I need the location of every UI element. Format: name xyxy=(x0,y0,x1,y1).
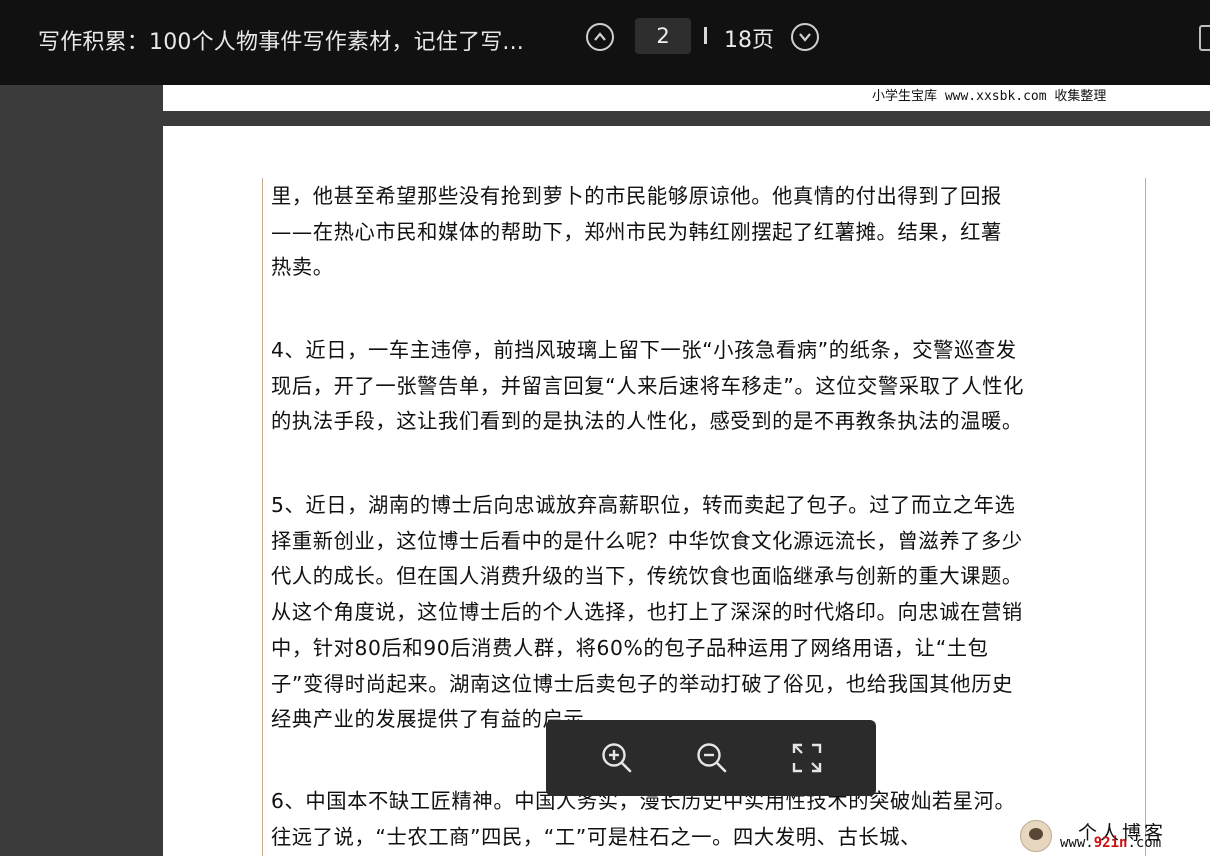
zoom-out-icon xyxy=(697,743,727,773)
chevron-down-icon xyxy=(799,33,811,42)
fullscreen-button[interactable] xyxy=(789,740,825,776)
total-pages-label: 18页 xyxy=(724,28,774,53)
previous-page-button[interactable] xyxy=(586,23,614,51)
text-line: 择重新创业，这位博士后看中的是什么呢？中华饮食文化源远流长，曾滋养了多少 xyxy=(271,528,1023,553)
text-line: 从这个角度说，这位博士后的个人选择，也打上了深深的时代烙印。向忠诚在营销 xyxy=(271,600,1023,625)
zoom-in-button[interactable] xyxy=(599,740,635,776)
text-line: 代人的成长。但在国人消费升级的当下，传统饮食也面临继承与创新的重大课题。 xyxy=(271,564,1023,589)
page-footer-text: 小学生宝库 www.xxsbk.com 收集整理 xyxy=(872,89,1107,104)
chevron-up-icon xyxy=(594,32,606,41)
text-line: 里，他甚至希望那些没有抢到萝卜的市民能够原谅他。他真情的付出得到了回报 xyxy=(271,184,1002,208)
paragraph-5: 5、近日，湖南的博士后向忠诚放弃高薪职位，转而卖起了包子。过了而立之年选 择重新… xyxy=(271,488,1143,738)
text-margin-line-right xyxy=(1145,178,1146,856)
text-line: 往远了说，“士农工商”四民，“工”可是柱石之一。四大发明、古长城、 xyxy=(271,824,921,849)
text-line: 热卖。 xyxy=(271,255,334,280)
fullscreen-icon xyxy=(792,743,822,773)
text-line: 5、近日，湖南的博士后向忠诚放弃高薪职位，转而卖起了包子。过了而立之年选 xyxy=(271,493,1016,517)
watermark-url: www.92in.com xyxy=(1060,835,1161,851)
watermark-avatar-icon xyxy=(1020,820,1052,852)
page-gap xyxy=(163,111,1210,126)
viewer-gutter xyxy=(0,85,163,856)
zoom-in-icon xyxy=(602,743,632,773)
page-separator xyxy=(704,27,707,44)
document-title: 写作积累：100个人物事件写作素材，记住了写... xyxy=(38,30,524,55)
text-line: 子”变得时尚起来。湖南这位博士后卖包子的举动打破了俗见，也给我国其他历史 xyxy=(271,671,1013,696)
text-line: ——在热心市民和媒体的帮助下，郑州市民为韩红刚摆起了红薯摊。结果，红薯 xyxy=(271,219,1002,244)
text-margin-line-left xyxy=(262,178,263,856)
current-page-input[interactable]: 2 xyxy=(635,18,691,54)
text-line: 4、近日，一车主违停，前挡风玻璃上留下一张“小孩急看病”的纸条，交警巡查发 xyxy=(271,338,1017,362)
site-watermark: 个人博客 www.92in.com xyxy=(1018,818,1210,856)
watermark-url-prefix: www. xyxy=(1060,835,1094,851)
exit-view-icon[interactable] xyxy=(1199,25,1210,51)
viewer-toolbar: 写作积累：100个人物事件写作素材，记住了写... 2 18页 xyxy=(0,0,1210,85)
avatar-face xyxy=(1029,828,1043,840)
paragraph-4: 4、近日，一车主违停，前挡风玻璃上留下一张“小孩急看病”的纸条，交警巡查发 现后… xyxy=(271,333,1143,440)
next-page-button[interactable] xyxy=(791,23,819,51)
text-line: 的执法手段，这让我们看到的是执法的人性化，感受到的是不再教条执法的温暖。 xyxy=(271,409,1023,434)
watermark-url-brand: 92in xyxy=(1093,835,1128,851)
watermark-url-suffix: .com xyxy=(1127,835,1162,851)
text-line: 中，针对80后和90后消费人群，将60%的包子品种运用了网络用语，让“土包 xyxy=(271,635,989,660)
zoom-out-button[interactable] xyxy=(694,740,730,776)
paragraph-continued: 里，他甚至希望那些没有抢到萝卜的市民能够原谅他。他真情的付出得到了回报 ——在热… xyxy=(271,179,1143,286)
zoom-toolbar xyxy=(546,720,876,796)
text-line: 现后，开了一张警告单，并留言回复“人来后速将车移走”。这位交警采取了人性化 xyxy=(271,373,1025,398)
